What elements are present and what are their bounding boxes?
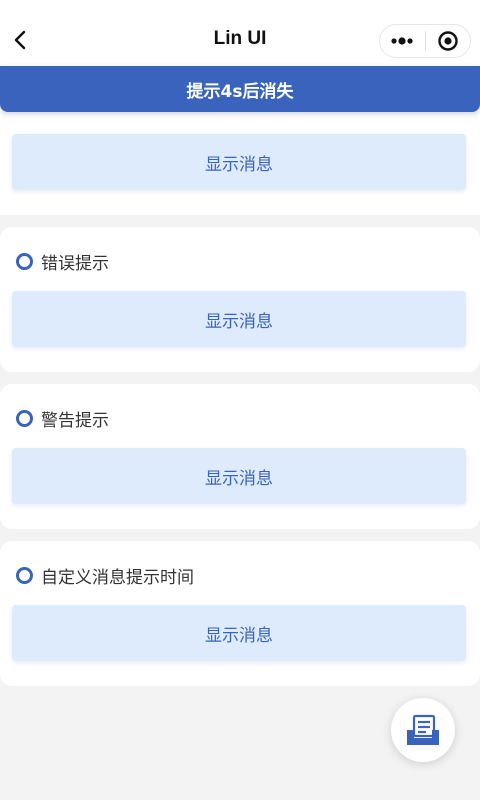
section-label: 自定义消息提示时间 xyxy=(16,565,194,588)
target-circle-icon xyxy=(438,31,458,51)
document-tray-icon xyxy=(407,714,439,745)
show-message-button[interactable]: 显示消息 xyxy=(12,291,466,347)
more-button[interactable] xyxy=(380,25,425,57)
section-card-custom-duration: 自定义消息提示时间 显示消息 xyxy=(0,541,480,686)
toast-message: 提示4s后消失 xyxy=(0,66,480,112)
section-card-error: 错误提示 显示消息 xyxy=(0,227,480,372)
section-card-warning: 警告提示 显示消息 xyxy=(0,384,480,529)
section-label-text: 自定义消息提示时间 xyxy=(41,567,194,588)
close-button[interactable] xyxy=(425,25,470,57)
radio-ring-icon xyxy=(16,566,33,584)
section-label-text: 警告提示 xyxy=(41,410,109,431)
section-label: 错误提示 xyxy=(16,251,109,274)
show-message-button[interactable]: 显示消息 xyxy=(12,605,466,661)
section-label: 警告提示 xyxy=(16,408,109,431)
more-dots-icon xyxy=(391,37,413,45)
section-card: 显示消息 xyxy=(0,104,480,215)
show-message-button[interactable]: 显示消息 xyxy=(12,134,466,190)
radio-ring-icon xyxy=(16,252,33,270)
section-label-text: 错误提示 xyxy=(41,253,109,274)
floating-action-button[interactable] xyxy=(391,698,455,762)
show-message-button[interactable]: 显示消息 xyxy=(12,448,466,504)
radio-ring-icon xyxy=(16,409,33,427)
menu-capsule xyxy=(379,24,471,58)
